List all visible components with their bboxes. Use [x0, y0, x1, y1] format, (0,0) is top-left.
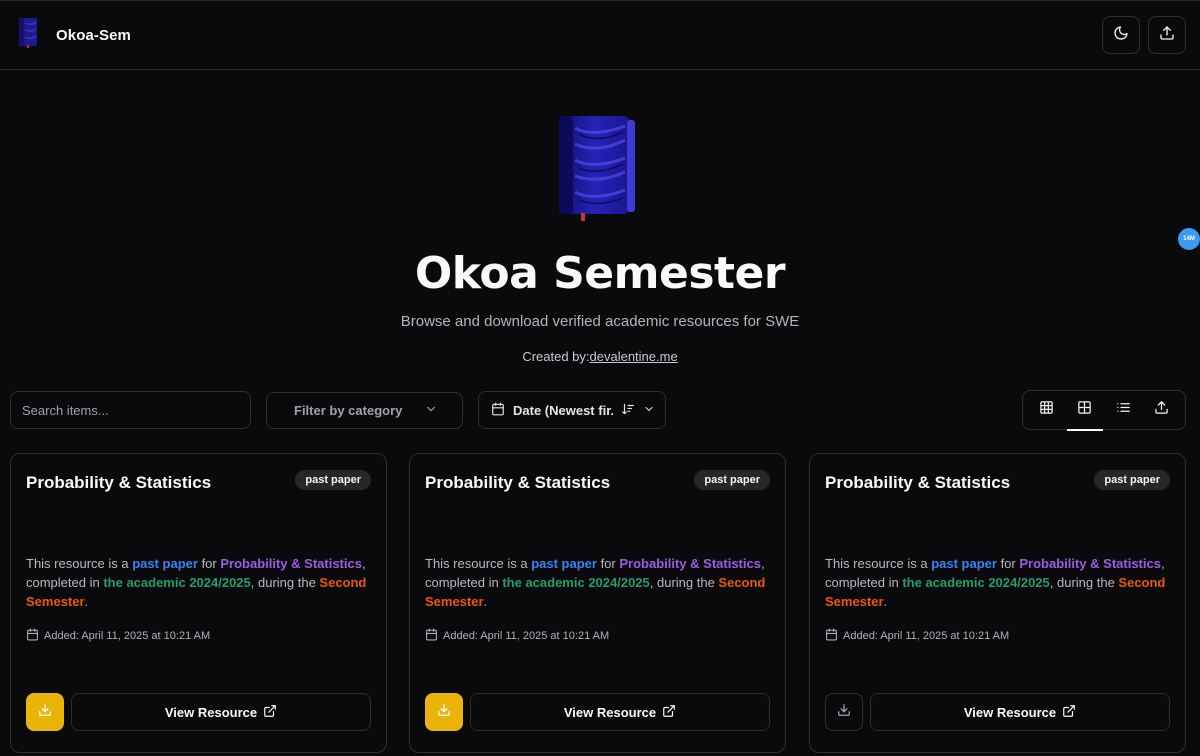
academic-year: the academic 2024/2025: [502, 575, 650, 590]
moon-icon: [1113, 25, 1129, 46]
download-icon: [437, 703, 451, 722]
download-button[interactable]: [26, 693, 64, 731]
download-icon: [38, 703, 52, 722]
upload-button[interactable]: [1148, 16, 1186, 54]
list-icon: [1116, 400, 1131, 420]
view-resource-button[interactable]: View Resource: [870, 693, 1170, 731]
view-resource-label: View Resource: [563, 704, 657, 720]
calendar-icon: [825, 628, 838, 644]
view-resource-label: View Resource: [164, 704, 258, 720]
search-input[interactable]: [10, 391, 251, 429]
desc-text: for: [996, 556, 1020, 571]
card-title: Probability & Statistics: [425, 473, 611, 492]
desc-text: , during the: [1049, 575, 1119, 590]
calendar-icon: [491, 402, 505, 419]
desc-text: This resource is a: [425, 556, 532, 571]
external-link-icon: [662, 704, 676, 721]
credit-line: Created by:devalentine.me: [0, 349, 1200, 364]
chevron-down-icon: [424, 402, 438, 419]
desc-text: , during the: [649, 575, 719, 590]
calendar-icon: [26, 628, 39, 644]
category-badge: past paper: [694, 470, 770, 490]
view-resource-label: View Resource: [963, 704, 1057, 720]
resource-type: past paper: [132, 556, 198, 571]
credit-link[interactable]: devalentine.me: [590, 349, 678, 364]
external-link-icon: [1062, 704, 1076, 721]
resource-card: Probability & Statistics past paper This…: [409, 453, 786, 753]
filter-label: Filter by category: [294, 403, 403, 418]
card-description: This resource is a past paper for Probab…: [26, 554, 371, 611]
academic-year: the academic 2024/2025: [902, 575, 1050, 590]
top-bar: Okoa-Sem: [0, 0, 1200, 70]
card-description: This resource is a past paper for Probab…: [425, 554, 770, 611]
grid-dense-view-button[interactable]: [1033, 397, 1059, 423]
external-link-icon: [263, 704, 277, 721]
sort-descending-icon: [621, 402, 635, 419]
brand[interactable]: Okoa-Sem: [16, 17, 131, 54]
desc-text: , during the: [250, 575, 320, 590]
sort-label: Date (Newest fir...: [513, 402, 613, 418]
category-badge: past paper: [1094, 470, 1170, 490]
page-title: Okoa Semester: [414, 248, 786, 299]
book-logo-icon: [16, 17, 40, 54]
academic-year: the academic 2024/2025: [103, 575, 251, 590]
view-mode-toggle: [1022, 390, 1186, 431]
grid-dense-icon: [1039, 400, 1054, 420]
list-view-button[interactable]: [1110, 397, 1136, 423]
card-title: Probability & Statistics: [825, 473, 1011, 492]
card-title: Probability & Statistics: [26, 473, 212, 492]
added-date-text: Added: April 11, 2025 at 10:21 AM: [44, 630, 211, 642]
resource-card: Probability & Statistics past paper This…: [809, 453, 1186, 753]
desc-text: .: [84, 594, 89, 609]
resource-type: past paper: [531, 556, 597, 571]
course-name: Probability & Statistics: [619, 556, 761, 571]
calendar-icon: [425, 628, 438, 644]
added-date-text: Added: April 11, 2025 at 10:21 AM: [443, 630, 610, 642]
card-description: This resource is a past paper for Probab…: [825, 554, 1170, 611]
desc-text: This resource is a: [825, 556, 932, 571]
added-date: Added: April 11, 2025 at 10:21 AM: [26, 628, 210, 644]
added-date: Added: April 11, 2025 at 10:21 AM: [425, 628, 609, 644]
credit-prefix: Created by:: [522, 349, 590, 364]
desc-text: .: [483, 594, 488, 609]
desc-text: .: [883, 594, 888, 609]
course-name: Probability & Statistics: [1019, 556, 1161, 571]
upload-view-button[interactable]: [1149, 397, 1175, 423]
desc-text: for: [596, 556, 620, 571]
download-icon: [837, 703, 851, 722]
added-date-text: Added: April 11, 2025 at 10:21 AM: [843, 630, 1010, 642]
sort-select[interactable]: Date (Newest fir...: [478, 391, 666, 429]
resource-type: past paper: [931, 556, 997, 571]
course-name: Probability & Statistics: [220, 556, 362, 571]
view-resource-button[interactable]: View Resource: [470, 693, 770, 731]
download-button[interactable]: [425, 693, 463, 731]
chevron-down-icon: [643, 403, 655, 418]
grid-view-button[interactable]: [1066, 397, 1103, 431]
floating-badge[interactable]: 14M: [1178, 228, 1200, 250]
view-resource-button[interactable]: View Resource: [71, 693, 371, 731]
theme-toggle-button[interactable]: [1102, 16, 1140, 54]
grid-icon: [1077, 400, 1092, 420]
resource-card: Probability & Statistics past paper This…: [10, 453, 387, 753]
upload-icon: [1159, 25, 1175, 46]
added-date: Added: April 11, 2025 at 10:21 AM: [825, 628, 1009, 644]
desc-text: This resource is a: [26, 556, 133, 571]
download-button[interactable]: [825, 693, 863, 731]
category-badge: past paper: [295, 470, 371, 490]
upload-icon: [1154, 400, 1169, 420]
hero-book-icon: [553, 110, 639, 229]
category-filter-select[interactable]: Filter by category: [266, 392, 463, 429]
desc-text: for: [197, 556, 221, 571]
brand-title: Okoa-Sem: [56, 26, 131, 44]
page-subtitle: Browse and download verified academic re…: [400, 313, 800, 330]
